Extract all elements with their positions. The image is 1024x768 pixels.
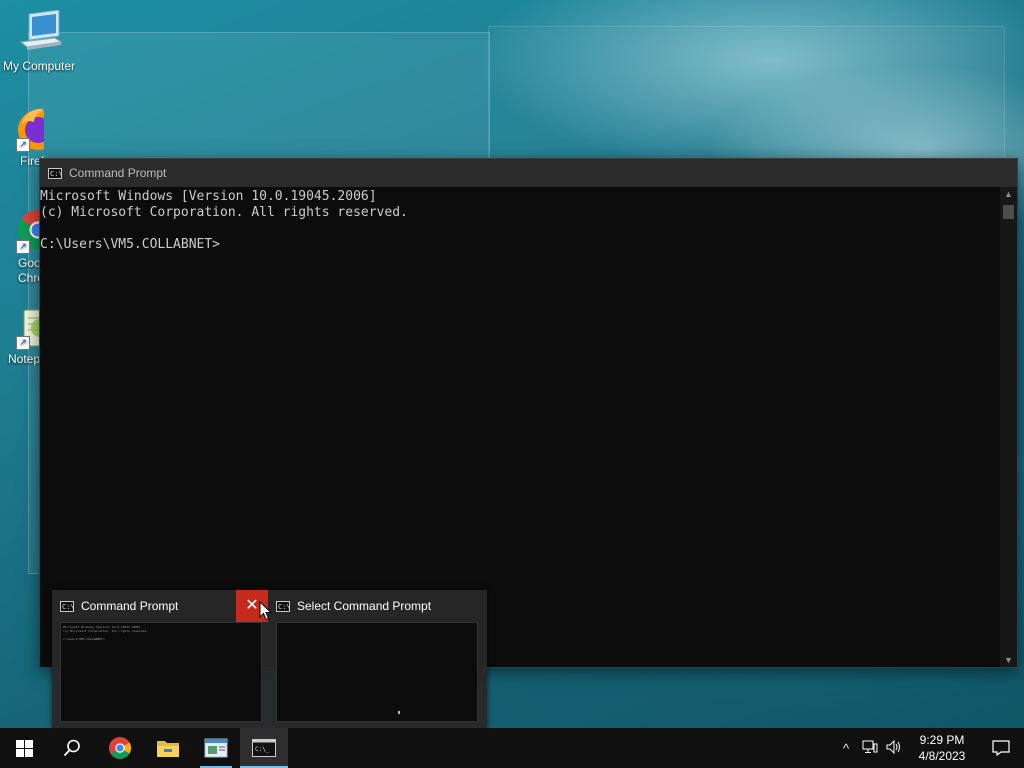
desktop-icon-firefox[interactable]: ↗ Firefox <box>0 104 44 168</box>
console-line: Microsoft Windows [Version 10.0.19045.20… <box>40 189 377 204</box>
scrollbar-thumb[interactable] <box>1003 205 1014 219</box>
taskbar-app-button[interactable] <box>192 728 240 768</box>
cmd-icon: C:\ <box>48 167 63 179</box>
taskbar-chrome-button[interactable] <box>96 728 144 768</box>
svg-text:C:\_: C:\_ <box>255 746 270 753</box>
chrome-icon <box>109 737 131 759</box>
taskbar-command-prompt-button[interactable]: C:\_ <box>240 728 288 768</box>
clock[interactable]: 9:29 PM 4/8/2023 <box>906 732 978 764</box>
action-center-button[interactable] <box>978 728 1024 768</box>
desktop-icon-label: Notepad++ <box>8 352 44 366</box>
cmd-icon: C:\_ <box>252 739 276 757</box>
window-titlebar[interactable]: C:\ Command Prompt <box>40 159 1017 187</box>
shortcut-arrow-icon: ↗ <box>16 240 30 254</box>
network-icon[interactable] <box>858 740 882 757</box>
console-line: (c) Microsoft Corporation. All rights re… <box>40 205 408 220</box>
chevron-up-icon[interactable]: ^ <box>834 741 858 756</box>
taskbar-file-explorer-button[interactable] <box>144 728 192 768</box>
mouse-pointer-icon <box>259 601 273 621</box>
desktop-icon-notepad[interactable]: ↗ Notepad++ <box>0 306 44 366</box>
thumbnail-title: Select Command Prompt <box>297 599 432 613</box>
thumbnail-preview-text: Microsoft Windows [Version 10.0.19045.20… <box>63 625 148 641</box>
windows-logo-icon <box>15 739 33 757</box>
window-title: Command Prompt <box>69 166 167 180</box>
thumbnail-header: C:\ Command Prompt <box>60 598 178 614</box>
computer-icon <box>19 9 63 50</box>
desktop-icon-chrome[interactable]: ↗ Google Chrome <box>0 206 44 286</box>
thumbnail-preview[interactable] <box>276 622 478 722</box>
clock-time: 9:29 PM <box>919 733 965 747</box>
console-prompt-line: C:\Users\VM5.COLLABNET> <box>40 237 221 252</box>
taskbar: C:\_ ^ 9:29 PM 4/8/2023 <box>0 728 1024 768</box>
thumbnail-select-command-prompt[interactable]: C:\ Select Command Prompt <box>268 590 484 728</box>
desktop-icon-label: Firefox <box>20 154 44 168</box>
folder-icon <box>157 741 179 757</box>
window-app-icon <box>204 738 228 758</box>
thumbnail-command-prompt[interactable]: C:\ Command Prompt Microsoft Windows [Ve… <box>52 590 268 728</box>
start-button[interactable] <box>0 728 48 768</box>
cursor-caret <box>398 711 400 714</box>
search-button[interactable] <box>48 728 96 768</box>
desktop-icon-label: My Computer <box>2 59 76 73</box>
scroll-up-icon[interactable]: ▲ <box>1000 189 1017 199</box>
thumbnail-header: C:\ Select Command Prompt <box>276 598 431 614</box>
desktop-icon-my-computer[interactable]: My Computer <box>0 9 78 73</box>
search-icon <box>63 739 80 757</box>
desktop-icon-label: Google Chrome <box>18 256 44 285</box>
thumbnail-preview[interactable]: Microsoft Windows [Version 10.0.19045.20… <box>60 622 262 722</box>
clock-date: 4/8/2023 <box>918 749 966 763</box>
cmd-icon: C:\ <box>60 600 75 612</box>
console-line: ​ <box>40 221 1000 237</box>
system-tray: ^ 9:29 PM 4/8/2023 <box>834 728 1024 768</box>
ghost-frame <box>488 26 1005 168</box>
vertical-scrollbar[interactable]: ▲ ▼ <box>1000 187 1017 667</box>
thumbnail-title: Command Prompt <box>81 599 179 613</box>
shortcut-arrow-icon: ↗ <box>16 336 30 350</box>
shortcut-arrow-icon: ↗ <box>16 138 30 152</box>
volume-icon[interactable] <box>882 739 906 757</box>
cmd-icon: C:\ <box>276 600 291 612</box>
close-icon: ✕ <box>245 597 259 614</box>
notification-icon <box>992 740 1010 756</box>
scroll-down-icon[interactable]: ▼ <box>1000 655 1017 665</box>
